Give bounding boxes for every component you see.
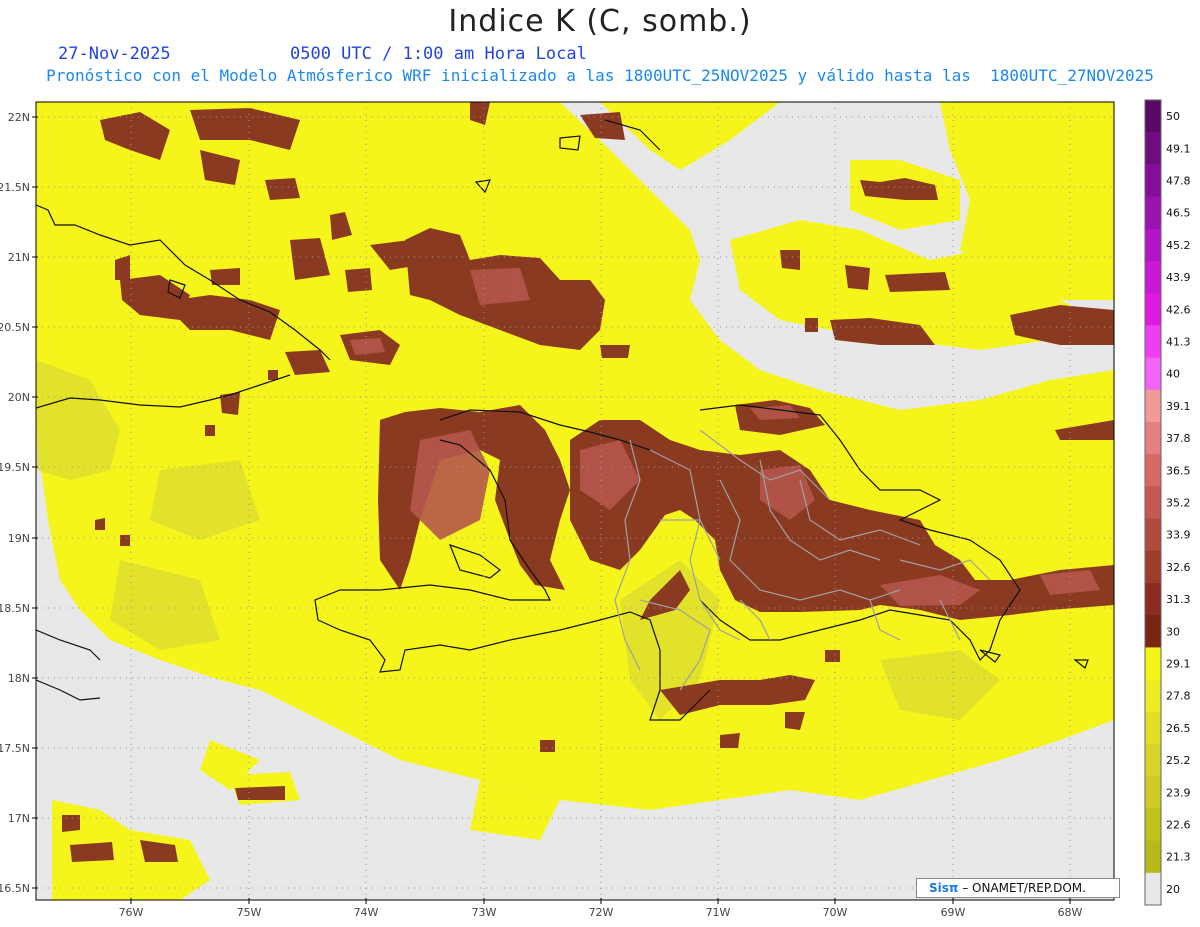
colorbar-swatch <box>1145 583 1161 616</box>
colorbar-swatch <box>1145 711 1161 745</box>
colorbar-label: 32.6 <box>1166 561 1191 574</box>
colorbar-swatch <box>1145 486 1161 520</box>
colorbar-swatch <box>1145 132 1161 165</box>
colorbar-label: 20 <box>1166 883 1180 896</box>
colorbar-label: 42.6 <box>1166 303 1191 316</box>
colorbar-label: 37.8 <box>1166 432 1191 445</box>
latitude-axis: 22N 21.5N 21N 20.5N 20N 19.5N 19N 18.5N 18N 17.5N… <box>0 111 38 895</box>
colorbar-swatch <box>1145 647 1161 681</box>
credit-box: Sisπ – ONAMET/REP.DOM. <box>916 878 1120 898</box>
colorbar-swatch <box>1145 454 1161 487</box>
lat-tick-label: 22N <box>8 111 30 124</box>
colorbar-swatch <box>1145 422 1161 455</box>
lon-tick-label: 73W <box>472 906 497 919</box>
lon-tick-label: 74W <box>354 906 379 919</box>
colorbar-swatch <box>1145 615 1161 648</box>
colorbar-label: 22.6 <box>1166 819 1191 832</box>
lat-tick-label: 19.5N <box>0 461 30 474</box>
colorbar-label: 29.1 <box>1166 658 1191 671</box>
colorbar-swatch <box>1145 196 1161 230</box>
lon-tick-label: 68W <box>1058 906 1083 919</box>
colorbar-label: 26.5 <box>1166 722 1191 735</box>
colorbar-swatch <box>1145 679 1161 713</box>
lat-tick-label: 20N <box>8 391 30 404</box>
lon-tick-label: 72W <box>589 906 614 919</box>
k-index-map: 22N 21.5N 21N 20.5N 20N 19.5N 19N 18.5N 18N 17.5N… <box>0 99 1191 919</box>
lon-tick-label: 76W <box>119 906 144 919</box>
colorbar-label: 27.8 <box>1166 690 1191 703</box>
credit-text: – ONAMET/REP.DOM. <box>962 881 1086 895</box>
credit-brand: Sisπ <box>929 881 959 895</box>
colorbar-swatch <box>1145 518 1161 552</box>
colorbar-label: 23.9 <box>1166 786 1191 799</box>
colorbar-label: 39.1 <box>1166 400 1191 413</box>
colorbar-label: 43.9 <box>1166 271 1191 284</box>
colorbar-swatch <box>1145 293 1161 326</box>
colorbar-label: 25.2 <box>1166 754 1191 767</box>
lat-tick-label: 20.5N <box>0 321 30 334</box>
lat-tick-label: 17N <box>8 812 30 825</box>
k-index-colorbar: 50 49.1 47.8 46.5 45.2 43.9 42.6 41.3 40 39.1 37.8… <box>1144 99 1191 906</box>
colorbar-swatch <box>1145 164 1161 198</box>
lat-tick-label: 21N <box>8 251 30 264</box>
lat-tick-label: 18N <box>8 672 30 685</box>
colorbar-label: 46.5 <box>1166 207 1191 220</box>
colorbar-label: 47.8 <box>1166 175 1191 188</box>
colorbar-swatch <box>1145 840 1161 874</box>
colorbar-label: 45.2 <box>1166 239 1191 252</box>
lat-tick-label: 21.5N <box>0 181 30 194</box>
lat-tick-label: 18.5N <box>0 602 30 615</box>
colorbar-swatch <box>1145 872 1161 906</box>
colorbar-label: 30 <box>1166 625 1180 638</box>
lon-tick-label: 69W <box>941 906 966 919</box>
colorbar-swatch <box>1145 100 1161 133</box>
lon-tick-label: 75W <box>237 906 262 919</box>
lat-tick-label: 19N <box>8 532 30 545</box>
colorbar-swatch <box>1145 261 1161 294</box>
colorbar-label: 35.2 <box>1166 497 1191 510</box>
lon-tick-label: 71W <box>706 906 731 919</box>
colorbar-label: 40 <box>1166 368 1180 381</box>
colorbar-swatch <box>1145 357 1161 391</box>
colorbar-label: 21.3 <box>1166 851 1191 864</box>
colorbar-label: 33.9 <box>1166 529 1191 542</box>
colorbar-swatch <box>1145 808 1161 842</box>
longitude-axis: 76W 75W 74W 73W 72W 71W 70W 69W 68W <box>119 898 1083 919</box>
colorbar-label: 50 <box>1166 110 1180 123</box>
colorbar-swatch <box>1145 389 1161 423</box>
colorbar-swatch <box>1145 744 1161 777</box>
colorbar-label: 41.3 <box>1166 336 1191 349</box>
colorbar-swatch <box>1145 325 1161 359</box>
lat-tick-label: 17.5N <box>0 742 30 755</box>
colorbar-label: 31.3 <box>1166 593 1191 606</box>
colorbar-label: 36.5 <box>1166 464 1191 477</box>
lat-tick-label: 16.5N <box>0 882 30 895</box>
colorbar-swatch <box>1145 776 1161 809</box>
colorbar-label: 49.1 <box>1166 142 1191 155</box>
map-field <box>36 102 1114 900</box>
colorbar-swatch <box>1145 550 1161 584</box>
lon-tick-label: 70W <box>823 906 848 919</box>
colorbar-swatch <box>1145 228 1161 262</box>
